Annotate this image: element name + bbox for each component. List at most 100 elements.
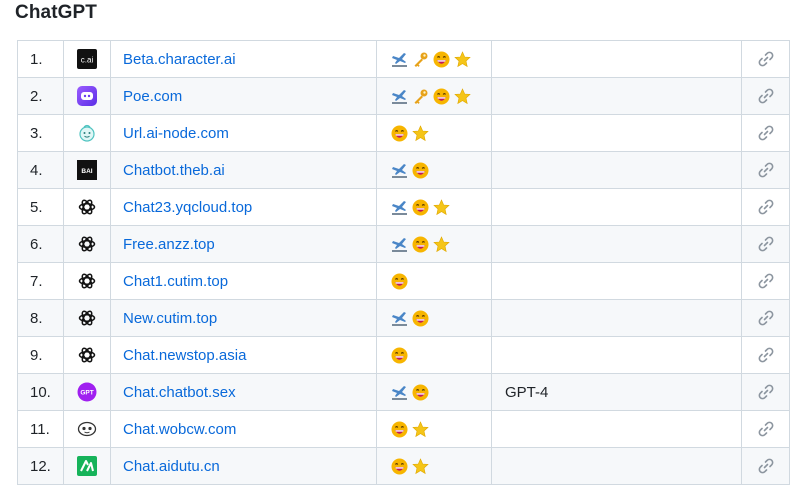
row-number: 2. xyxy=(17,77,64,115)
star-icon xyxy=(454,88,471,105)
row-number: 10. xyxy=(17,373,64,411)
star-icon xyxy=(454,51,471,68)
link-icon[interactable] xyxy=(757,87,775,105)
site-link[interactable]: Chat.chatbot.sex xyxy=(123,384,236,401)
star-icon xyxy=(412,458,429,475)
note-cell xyxy=(491,410,742,448)
site-link[interactable]: Poe.com xyxy=(123,88,182,105)
note-cell xyxy=(491,299,742,337)
plane-icon xyxy=(391,310,408,327)
row-number: 11. xyxy=(17,410,64,448)
grinning-face-icon xyxy=(412,310,429,327)
star-icon xyxy=(433,236,450,253)
table-row: 8. New.cutim.top xyxy=(17,299,790,337)
site-link[interactable]: Chat.newstop.asia xyxy=(123,347,246,364)
table-row: 1. c.ai Beta.character.ai xyxy=(17,40,790,78)
cai-logo-icon: c.ai xyxy=(77,49,97,69)
row-number: 12. xyxy=(17,447,64,485)
openai-logo-icon xyxy=(77,197,97,217)
svg-text:BAI: BAI xyxy=(81,168,92,175)
site-cell: Free.anzz.top xyxy=(110,225,377,263)
logo-cell: BAI xyxy=(63,151,111,189)
link-icon[interactable] xyxy=(757,235,775,253)
site-link[interactable]: Url.ai-node.com xyxy=(123,125,229,142)
link-icon[interactable] xyxy=(757,198,775,216)
link-icon[interactable] xyxy=(757,272,775,290)
table-row: 12. Chat.aidutu.cn xyxy=(17,447,790,485)
permalink-cell xyxy=(741,373,790,411)
site-cell: Beta.character.ai xyxy=(110,40,377,78)
openai-logo-icon xyxy=(77,308,97,328)
permalink-cell xyxy=(741,151,790,189)
permalink-cell xyxy=(741,410,790,448)
site-link[interactable]: Chat23.yqcloud.top xyxy=(123,199,252,216)
table-row: 7. Chat1.cutim.top xyxy=(17,262,790,300)
logo-cell xyxy=(63,447,111,485)
grinning-face-icon xyxy=(391,347,408,364)
permalink-cell xyxy=(741,336,790,374)
permalink-cell xyxy=(741,40,790,78)
logo-cell xyxy=(63,77,111,115)
logo-cell xyxy=(63,336,111,374)
features-cell xyxy=(376,225,492,263)
plane-icon xyxy=(391,384,408,401)
plane-icon xyxy=(391,162,408,179)
gpt-badge-logo-icon: GPT xyxy=(77,382,97,402)
logo-cell: GPT xyxy=(63,373,111,411)
row-number: 4. xyxy=(17,151,64,189)
features-cell xyxy=(376,188,492,226)
link-icon[interactable] xyxy=(757,124,775,142)
grinning-face-icon xyxy=(391,458,408,475)
link-icon[interactable] xyxy=(757,420,775,438)
features-cell xyxy=(376,77,492,115)
grinning-face-icon xyxy=(433,51,450,68)
table-row: 9. Chat.newstop.asia xyxy=(17,336,790,374)
link-icon[interactable] xyxy=(757,309,775,327)
link-icon[interactable] xyxy=(757,346,775,364)
link-icon[interactable] xyxy=(757,161,775,179)
features-cell xyxy=(376,336,492,374)
svg-text:GPT: GPT xyxy=(80,390,93,397)
features-cell xyxy=(376,114,492,152)
grinning-face-icon xyxy=(391,125,408,142)
row-number: 5. xyxy=(17,188,64,226)
openai-logo-icon xyxy=(77,234,97,254)
site-link[interactable]: New.cutim.top xyxy=(123,310,217,327)
site-cell: Chat.newstop.asia xyxy=(110,336,377,374)
site-link[interactable]: Chat1.cutim.top xyxy=(123,273,228,290)
note-cell xyxy=(491,77,742,115)
site-cell: Chatbot.theb.ai xyxy=(110,151,377,189)
logo-cell xyxy=(63,410,111,448)
note-cell xyxy=(491,151,742,189)
permalink-cell xyxy=(741,114,790,152)
link-icon[interactable] xyxy=(757,383,775,401)
grinning-face-icon xyxy=(412,236,429,253)
grinning-face-icon xyxy=(391,421,408,438)
plane-icon xyxy=(391,88,408,105)
theb-ai-logo-icon: BAI xyxy=(77,160,97,180)
site-link[interactable]: Chat.aidutu.cn xyxy=(123,458,220,475)
aidutu-logo-icon xyxy=(77,456,97,476)
site-link[interactable]: Beta.character.ai xyxy=(123,51,236,68)
features-cell xyxy=(376,447,492,485)
table-row: 11. Chat.wobcw.com xyxy=(17,410,790,448)
features-cell xyxy=(376,262,492,300)
permalink-cell xyxy=(741,77,790,115)
row-number: 1. xyxy=(17,40,64,78)
star-icon xyxy=(433,199,450,216)
note-cell xyxy=(491,225,742,263)
note-cell: GPT-4 xyxy=(491,373,742,411)
site-link[interactable]: Chatbot.theb.ai xyxy=(123,162,225,179)
openai-logo-icon xyxy=(77,345,97,365)
permalink-cell xyxy=(741,262,790,300)
link-icon[interactable] xyxy=(757,457,775,475)
site-link[interactable]: Free.anzz.top xyxy=(123,236,215,253)
site-link[interactable]: Chat.wobcw.com xyxy=(123,421,236,438)
site-cell: New.cutim.top xyxy=(110,299,377,337)
permalink-cell xyxy=(741,225,790,263)
link-icon[interactable] xyxy=(757,50,775,68)
row-number: 9. xyxy=(17,336,64,374)
features-cell xyxy=(376,40,492,78)
row-number: 6. xyxy=(17,225,64,263)
site-cell: Chat.chatbot.sex xyxy=(110,373,377,411)
